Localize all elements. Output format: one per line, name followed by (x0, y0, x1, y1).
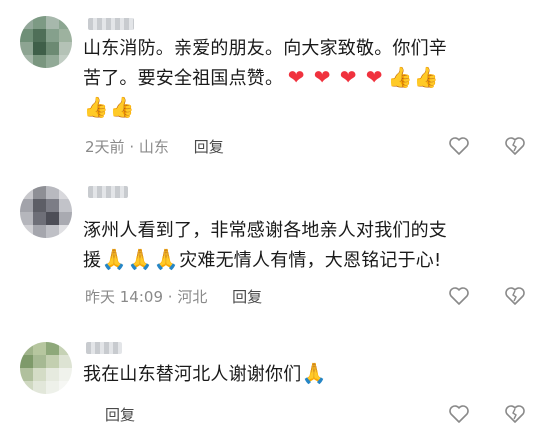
avatar[interactable] (20, 186, 72, 238)
comment-text: 山东消防。亲爱的朋友。向大家致敬。你们辛 苦了。要安全祖国点赞。 ❤ ❤ ❤ ❤ 👍👍 👍… (83, 34, 523, 123)
reply-button[interactable]: 回复 (232, 288, 262, 306)
folded-hands-emoji-icon: 🙏 (101, 247, 127, 271)
comment-time: 昨天 14:09 (85, 288, 163, 306)
heart-emoji-icon: ❤ (287, 65, 305, 89)
avatar[interactable] (20, 16, 72, 68)
heart-emoji-icon: ❤ (313, 65, 331, 89)
comment-item: •••• 我在山东替河北人谢谢你们🙏 回复 (0, 332, 550, 424)
heart-outline-icon[interactable] (447, 402, 471, 426)
heart-outline-icon[interactable] (447, 284, 471, 308)
comment-text-line: 山东消防。亲爱的朋友。向大家致敬。你们辛 (83, 38, 447, 59)
thumbs-up-emoji-icon: 👍 (109, 95, 135, 119)
folded-hands-emoji-icon: 🙏 (153, 247, 179, 271)
comment-meta: 2天前 · 山东 回复 (85, 138, 224, 156)
comment-text-line: 援 (83, 250, 102, 271)
comment-location: 山东 (138, 138, 169, 156)
comment-location: 河北 (177, 288, 208, 306)
comment-text-line: 苦了。要安全祖国点赞。 (83, 68, 284, 89)
reply-button[interactable]: 回复 (194, 138, 224, 156)
thumbs-up-emoji-icon: 👍 (413, 65, 439, 89)
comment-text-line: 涿州人看到了，非常感谢各地亲人对我们的支 (83, 220, 447, 241)
thumbs-up-emoji-icon: 👍 (83, 95, 109, 119)
comment-text-line: 我在山东替河北人谢谢你们 (83, 364, 302, 385)
reply-button[interactable]: 回复 (105, 406, 135, 424)
username[interactable]: •••• (88, 186, 128, 198)
broken-heart-outline-icon[interactable] (503, 402, 527, 426)
comment-text: 我在山东替河北人谢谢你们🙏 (83, 359, 523, 389)
comment-meta: 昨天 14:09 · 河北 回复 (85, 288, 263, 306)
comment-time: 2天前 (85, 138, 125, 156)
avatar[interactable] (20, 342, 72, 394)
comment-item: •••• 涿州人看到了，非常感谢各地亲人对我们的支 援🙏🙏🙏灾难无情人有情，大恩… (0, 172, 550, 332)
folded-hands-emoji-icon: 🙏 (301, 361, 327, 385)
thumbs-up-emoji-icon: 👍 (387, 65, 413, 89)
username[interactable]: •••• (88, 18, 134, 30)
folded-hands-emoji-icon: 🙏 (127, 247, 153, 271)
comment-meta: 回复 (85, 404, 135, 425)
heart-outline-icon[interactable] (447, 134, 471, 158)
broken-heart-outline-icon[interactable] (503, 284, 527, 308)
broken-heart-outline-icon[interactable] (503, 134, 527, 158)
heart-emoji-icon: ❤ (365, 65, 383, 89)
comment-text-line: 灾难无情人有情，大恩铭记于心! (179, 250, 442, 271)
heart-emoji-icon: ❤ (339, 65, 357, 89)
comment-text: 涿州人看到了，非常感谢各地亲人对我们的支 援🙏🙏🙏灾难无情人有情，大恩铭记于心! (83, 216, 523, 275)
username[interactable]: •••• (86, 342, 122, 354)
comment-item: •••• 山东消防。亲爱的朋友。向大家致敬。你们辛 苦了。要安全祖国点赞。❤❤❤… (0, 0, 550, 172)
